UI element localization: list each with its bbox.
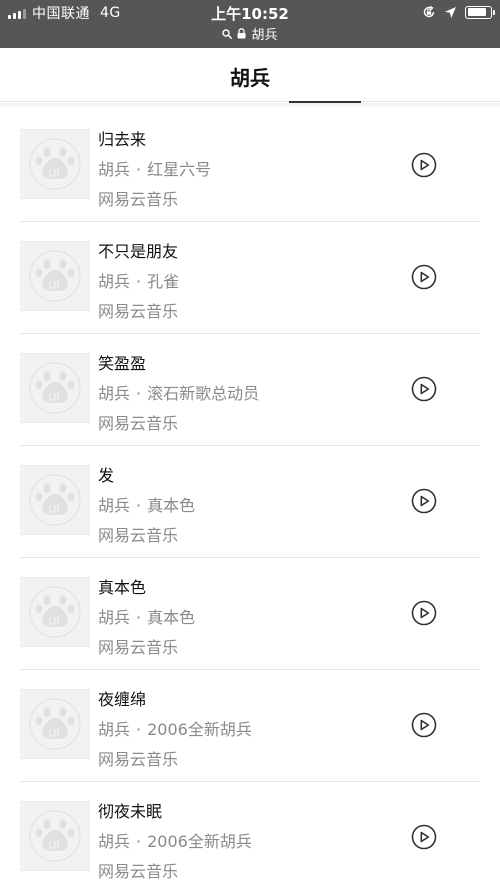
play-icon[interactable] [411,488,437,514]
song-item[interactable]: 夜缠绵 胡兵 · 2006全新胡兵 网易云音乐 [20,670,480,782]
song-title: 真本色 [98,578,147,597]
page-title: 胡兵 [230,66,270,90]
song-item[interactable]: 归去来 胡兵 · 红星六号 网易云音乐 [20,110,480,222]
song-meta: 胡兵 · 红星六号 [98,156,211,180]
album-thumbnail [20,129,90,199]
song-source: 网易云音乐 [98,190,179,209]
song-item[interactable]: 不只是朋友 胡兵 · 孔雀 网易云音乐 [20,222,480,334]
song-album: 2006全新胡兵 [147,832,252,851]
song-meta: 胡兵 · 真本色 [98,604,195,628]
song-meta: 胡兵 · 真本色 [98,492,195,516]
song-title: 归去来 [98,130,147,149]
album-thumbnail [20,577,90,647]
play-icon[interactable] [411,264,437,290]
address-bar[interactable]: 胡兵 [0,24,500,43]
song-meta: 胡兵 · 2006全新胡兵 [98,828,252,852]
lock-icon [237,28,246,39]
status-right [422,5,495,19]
song-title: 笑盈盈 [98,354,147,373]
meta-separator: · [136,384,142,403]
album-thumbnail [20,353,90,423]
song-item[interactable]: 真本色 胡兵 · 真本色 网易云音乐 [20,558,480,670]
orientation-lock-icon [423,5,435,18]
location-icon [445,6,456,18]
album-thumbnail [20,689,90,759]
song-meta: 胡兵 · 孔雀 [98,268,179,292]
page-header: 胡兵 [0,48,500,103]
song-title: 夜缠绵 [98,690,147,709]
meta-separator: · [136,832,142,851]
song-album: 孔雀 [147,272,180,291]
song-item[interactable]: 彻夜未眠 胡兵 · 2006全新胡兵 网易云音乐 [20,782,480,888]
baidu-paw-icon [29,474,81,526]
song-source: 网易云音乐 [98,862,179,881]
play-icon[interactable] [411,824,437,850]
song-album: 真本色 [147,608,196,627]
song-item[interactable]: 笑盈盈 胡兵 · 滚石新歌总动员 网易云音乐 [20,334,480,446]
song-title: 不只是朋友 [98,242,179,261]
song-source: 网易云音乐 [98,526,179,545]
song-source: 网易云音乐 [98,302,179,321]
song-source: 网易云音乐 [98,638,179,657]
meta-separator: · [136,496,142,515]
status-bar: 中国联通 4G 上午10:52 胡兵 [0,0,500,48]
song-artist: 胡兵 [98,608,131,627]
song-title: 发 [98,466,115,485]
song-title: 彻夜未眠 [98,802,163,821]
search-icon [222,28,233,39]
song-list: 归去来 胡兵 · 红星六号 网易云音乐 不只是朋友 胡兵 · 孔雀 网易云音乐 [0,110,500,888]
song-source: 网易云音乐 [98,750,179,769]
meta-separator: · [136,608,142,627]
song-album: 滚石新歌总动员 [147,384,260,403]
album-thumbnail [20,465,90,535]
song-album: 真本色 [147,496,196,515]
baidu-paw-icon [29,250,81,302]
play-icon[interactable] [411,712,437,738]
play-icon[interactable] [411,600,437,626]
song-meta: 胡兵 · 滚石新歌总动员 [98,380,259,404]
baidu-paw-icon [29,138,81,190]
song-artist: 胡兵 [98,496,131,515]
meta-separator: · [136,160,142,179]
battery-fill [467,8,487,16]
meta-separator: · [136,720,142,739]
baidu-paw-icon [29,698,81,750]
song-album: 2006全新胡兵 [147,720,252,739]
battery-icon [465,5,495,19]
song-artist: 胡兵 [98,720,131,739]
header-shadow [0,103,500,109]
song-artist: 胡兵 [98,272,131,291]
song-meta: 胡兵 · 2006全新胡兵 [98,716,252,740]
song-album: 红星六号 [147,160,212,179]
play-icon[interactable] [411,152,437,178]
song-artist: 胡兵 [98,384,131,403]
url-text: 胡兵 [251,28,278,43]
play-icon[interactable] [411,376,437,402]
baidu-paw-icon [29,810,81,862]
song-artist: 胡兵 [98,832,131,851]
baidu-paw-icon [29,586,81,638]
album-thumbnail [20,801,90,871]
song-source: 网易云音乐 [98,414,179,433]
meta-separator: · [136,272,142,291]
album-thumbnail [20,241,90,311]
baidu-paw-icon [29,362,81,414]
song-item[interactable]: 发 胡兵 · 真本色 网易云音乐 [20,446,480,558]
song-artist: 胡兵 [98,160,131,179]
